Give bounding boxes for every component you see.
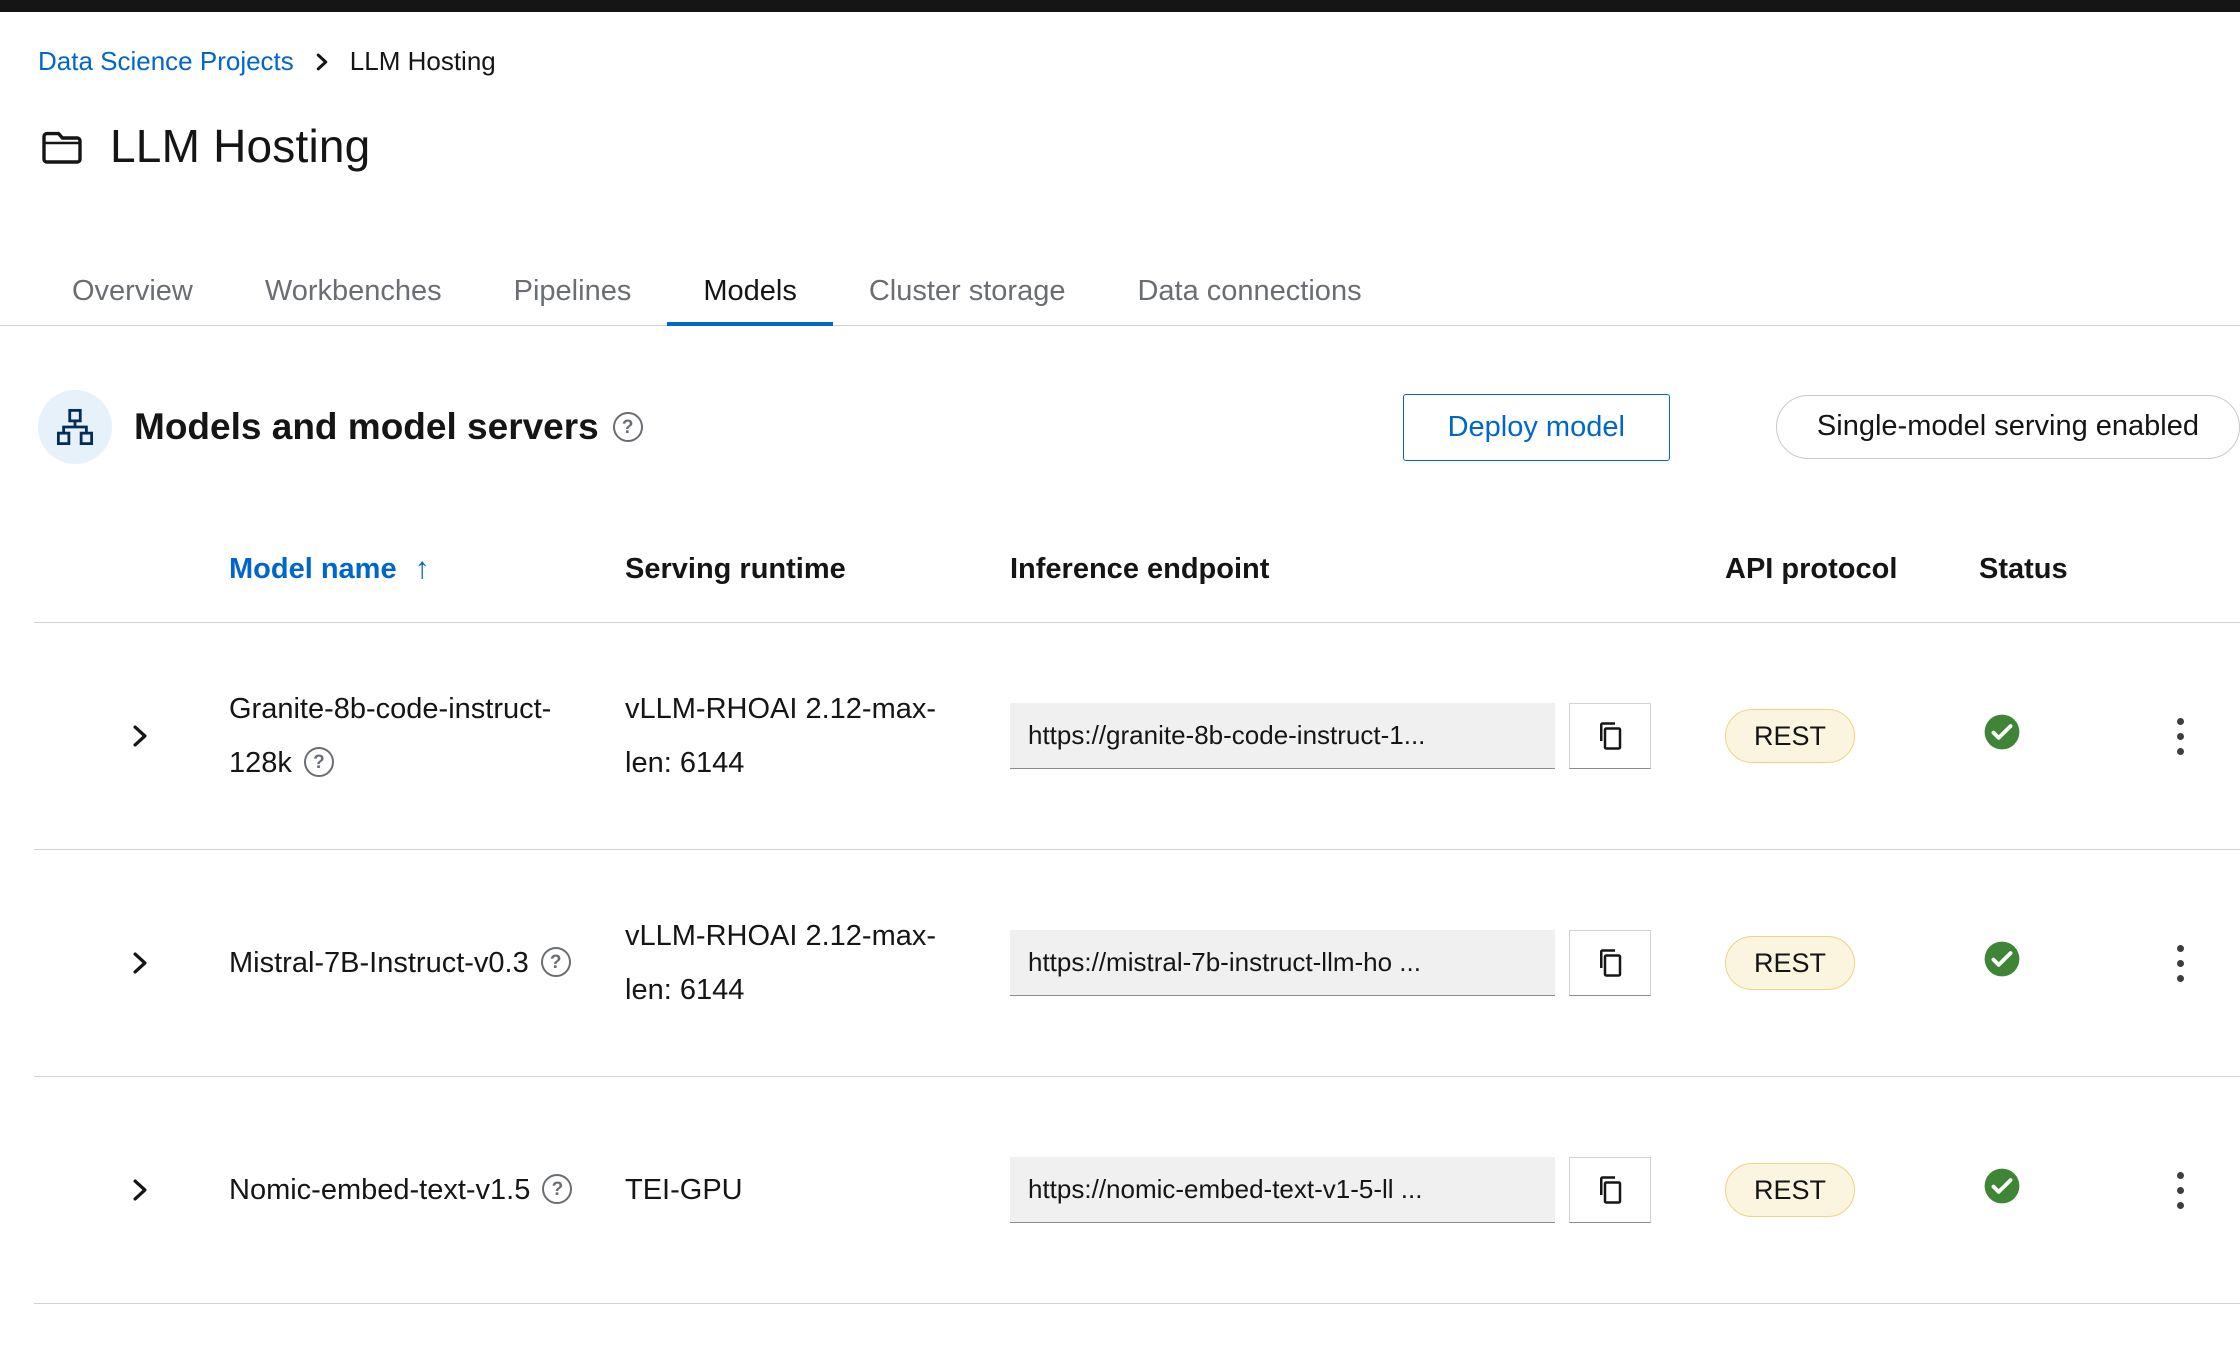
inference-endpoint-input[interactable] — [1010, 703, 1555, 769]
tab-cluster-storage[interactable]: Cluster storage — [833, 257, 1102, 326]
table-row: Mistral-7B-Instruct-v0.3? vLLM-RHOAI 2.1… — [34, 850, 2240, 1077]
serving-mode-badge: Single-model serving enabled — [1776, 395, 2240, 459]
masthead-bar — [0, 0, 2240, 12]
inference-endpoint-group — [1010, 1157, 1651, 1223]
deploy-model-button[interactable]: Deploy model — [1403, 394, 1670, 461]
models-table: Model name ↑ Serving runtime Inference e… — [34, 552, 2240, 1304]
status-success-icon — [1979, 940, 2120, 986]
sort-ascending-icon: ↑ — [415, 552, 430, 586]
expand-row-chevron-icon[interactable] — [118, 714, 162, 758]
copy-icon[interactable] — [1569, 703, 1651, 769]
api-protocol-badge: REST — [1725, 709, 1855, 763]
api-protocol-badge: REST — [1725, 936, 1855, 990]
breadcrumb-current: LLM Hosting — [350, 46, 496, 77]
serving-runtime: vLLM-RHOAI 2.12-max-len: 6144 — [625, 909, 955, 1017]
tab-models[interactable]: Models — [667, 257, 833, 326]
expand-row-chevron-icon[interactable] — [118, 941, 162, 985]
expand-row-chevron-icon[interactable] — [118, 1168, 162, 1212]
tab-bar: Overview Workbenches Pipelines Models Cl… — [0, 257, 2240, 326]
model-name: Granite-8b-code-instruct-128k — [229, 693, 551, 779]
table-row: Granite-8b-code-instruct-128k? vLLM-RHOA… — [34, 623, 2240, 850]
inference-endpoint-group — [1010, 930, 1651, 996]
serving-runtime: vLLM-RHOAI 2.12-max-len: 6144 — [625, 682, 955, 790]
model-name: Mistral-7B-Instruct-v0.3 — [229, 947, 529, 979]
table-header-row: Model name ↑ Serving runtime Inference e… — [34, 552, 2240, 623]
header-model-name-label: Model name — [229, 553, 397, 586]
header-api-protocol: API protocol — [1725, 553, 1979, 586]
header-inference-endpoint: Inference endpoint — [1010, 553, 1725, 586]
tab-overview[interactable]: Overview — [36, 257, 229, 326]
page-title: LLM Hosting — [110, 119, 370, 173]
kebab-menu[interactable] — [2158, 1158, 2202, 1222]
model-help-icon[interactable]: ? — [542, 1174, 572, 1204]
tab-workbenches[interactable]: Workbenches — [229, 257, 478, 326]
section-title: Models and model servers — [134, 406, 599, 448]
section-help-icon[interactable]: ? — [613, 412, 643, 442]
page-header: LLM Hosting — [38, 119, 2240, 173]
model-help-icon[interactable]: ? — [541, 947, 571, 977]
table-row: Nomic-embed-text-v1.5? TEI-GPU REST — [34, 1077, 2240, 1304]
header-model-name[interactable]: Model name ↑ — [229, 552, 625, 586]
breadcrumb-link-projects[interactable]: Data Science Projects — [38, 46, 294, 77]
models-section-header: Models and model servers ? Deploy model … — [0, 390, 2240, 464]
breadcrumb-chevron-icon — [312, 52, 332, 72]
model-server-icon — [38, 390, 112, 464]
tab-data-connections[interactable]: Data connections — [1101, 257, 1397, 326]
copy-icon[interactable] — [1569, 1157, 1651, 1223]
project-folder-icon — [38, 122, 86, 170]
inference-endpoint-input[interactable] — [1010, 1157, 1555, 1223]
copy-icon[interactable] — [1569, 930, 1651, 996]
tab-pipelines[interactable]: Pipelines — [478, 257, 668, 326]
kebab-menu[interactable] — [2158, 704, 2202, 768]
inference-endpoint-input[interactable] — [1010, 930, 1555, 996]
api-protocol-badge: REST — [1725, 1163, 1855, 1217]
model-help-icon[interactable]: ? — [304, 747, 334, 777]
kebab-menu[interactable] — [2158, 931, 2202, 995]
model-name: Nomic-embed-text-v1.5 — [229, 1174, 530, 1206]
breadcrumb: Data Science Projects LLM Hosting — [38, 46, 2240, 77]
header-status: Status — [1979, 553, 2120, 586]
status-success-icon — [1979, 1167, 2120, 1213]
header-serving-runtime: Serving runtime — [625, 553, 1010, 586]
status-success-icon — [1979, 713, 2120, 759]
inference-endpoint-group — [1010, 703, 1651, 769]
serving-runtime: TEI-GPU — [625, 1163, 955, 1217]
